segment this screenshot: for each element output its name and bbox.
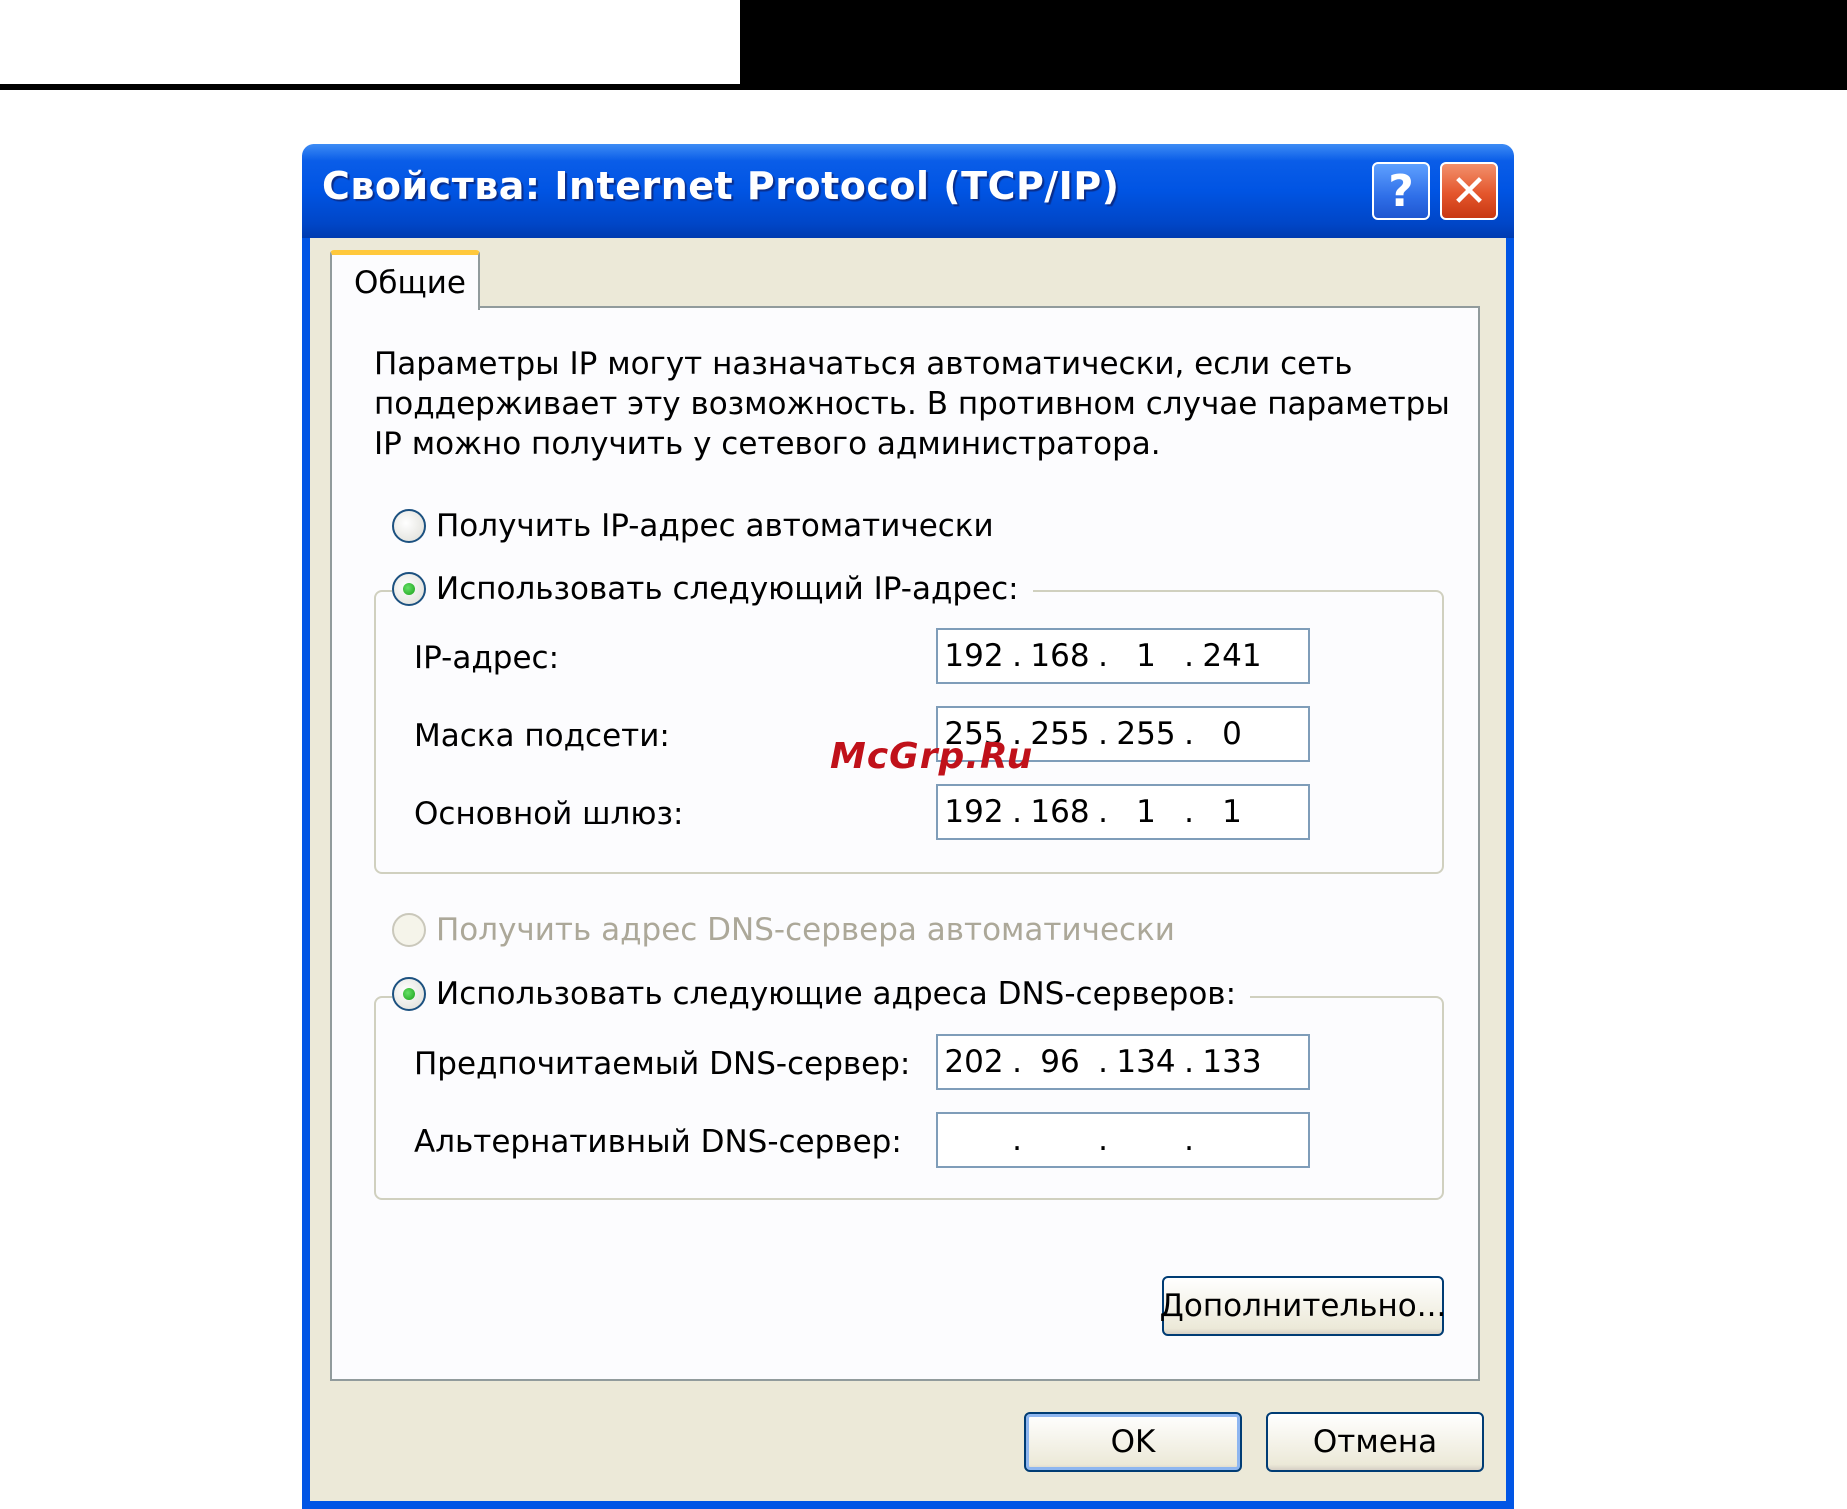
close-button[interactable]: ✕ [1440,162,1498,220]
preferred-dns-input[interactable]: 202. 96. 134. 133 [936,1034,1310,1090]
advanced-button[interactable]: Дополнительно... [1160,1276,1446,1336]
dns-groupbox [374,996,1444,1200]
radio-dns-manual-label: Использовать следующие адреса DNS-сервер… [436,976,1237,1012]
alternate-dns-label: Альтернативный DNS-сервер: [414,1124,902,1160]
description-text: Параметры IP могут назначаться автоматич… [374,344,1450,464]
ip-octet: 255 [1116,716,1176,752]
radio-button-checked-icon [392,572,426,606]
dialog-client-area: Общие Параметры IP могут назначаться авт… [310,238,1506,1501]
ip-octet: 1 [1222,794,1242,830]
ip-octet: 255 [1030,716,1090,752]
preferred-dns-label: Предпочитаемый DNS-сервер: [414,1046,911,1082]
radio-button-disabled-icon [392,913,426,947]
default-gateway-label: Основной шлюз: [414,796,684,832]
question-mark-icon: ? [1388,165,1414,217]
ip-octet: 133 [1202,1044,1262,1080]
tab-panel-general: Параметры IP могут назначаться автоматич… [330,306,1480,1381]
page-header-block [740,0,1847,90]
subnet-mask-label: Маска подсети: [414,718,670,754]
ip-octet: 0 [1222,716,1242,752]
help-button[interactable]: ? [1372,162,1430,220]
ip-octet: 192 [944,638,1004,674]
description-line: поддерживает эту возможность. В противно… [374,386,1450,422]
page-header-rule [0,84,740,90]
radio-dns-auto-label: Получить адрес DNS-сервера автоматически [436,912,1175,948]
radio-dns-auto[interactable]: Получить адрес DNS-сервера автоматически [392,912,1189,948]
ip-octet: 1 [1136,638,1156,674]
ip-address-input[interactable]: 192. 168. 1. 241 [936,628,1310,684]
radio-ip-manual-label: Использовать следующий IP-адрес: [436,571,1019,607]
watermark-text: McGrp.Ru [830,736,1034,777]
alternate-dns-input[interactable]: . . . [936,1112,1310,1168]
cancel-button[interactable]: Отмена [1266,1412,1484,1472]
radio-ip-manual[interactable]: Использовать следующий IP-адрес: [392,571,1033,607]
radio-dns-manual[interactable]: Использовать следующие адреса DNS-сервер… [392,976,1251,1012]
radio-ip-auto-label: Получить IP-адрес автоматически [436,508,994,544]
radio-ip-auto[interactable]: Получить IP-адрес автоматически [392,508,1008,544]
close-icon: ✕ [1450,165,1488,217]
ip-octet: 168 [1030,794,1090,830]
ip-octet: 134 [1116,1044,1176,1080]
ip-octet: 241 [1202,638,1262,674]
radio-button-icon [392,509,426,543]
ip-octet: 202 [944,1044,1004,1080]
title-bar[interactable]: Свойства: Internet Protocol (TCP/IP) ? ✕ [302,144,1514,238]
description-line: Параметры IP могут назначаться автоматич… [374,346,1353,382]
ip-octet: 1 [1136,794,1156,830]
ip-octet: 96 [1040,1044,1080,1080]
description-line: IP можно получить у сетевого администрат… [374,426,1161,462]
tcpip-properties-dialog: Свойства: Internet Protocol (TCP/IP) ? ✕… [302,144,1514,1509]
ip-address-label: IP-адрес: [414,640,560,676]
ip-octet: 192 [944,794,1004,830]
ip-octet: 168 [1030,638,1090,674]
window-title: Свойства: Internet Protocol (TCP/IP) [322,164,1120,208]
tab-general[interactable]: Общие [330,250,480,310]
radio-button-checked-icon [392,977,426,1011]
default-gateway-input[interactable]: 192. 168. 1. 1 [936,784,1310,840]
ok-button[interactable]: OK [1024,1412,1242,1472]
